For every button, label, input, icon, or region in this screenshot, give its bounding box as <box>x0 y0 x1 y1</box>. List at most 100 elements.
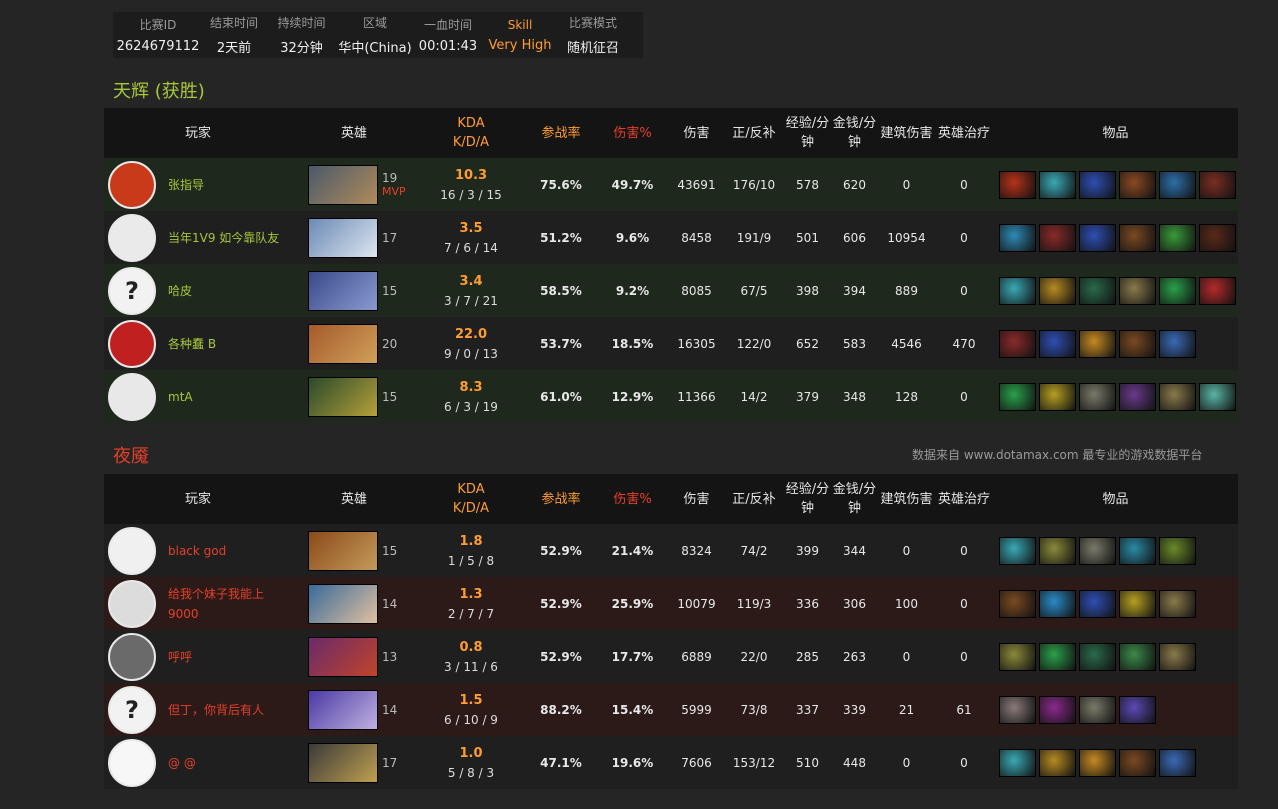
hero-portrait[interactable] <box>308 636 378 677</box>
hero-portrait[interactable] <box>308 530 378 571</box>
header-damage[interactable]: 伤害 <box>669 108 724 158</box>
portrait-avatar[interactable] <box>108 632 156 681</box>
header-kda[interactable]: KDA K/D/A <box>416 474 526 524</box>
header-tower-damage[interactable]: 建筑伤害 <box>878 474 935 524</box>
item-icon[interactable] <box>1199 276 1236 305</box>
item-icon[interactable] <box>1119 642 1156 671</box>
header-participation[interactable]: 参战率 <box>526 474 596 524</box>
header-participation[interactable]: 参战率 <box>526 108 596 158</box>
player-name-link[interactable]: mtA <box>168 387 193 407</box>
item-icon[interactable] <box>1079 748 1116 777</box>
player-name-link[interactable]: 但丁，你背后有人 <box>168 700 264 720</box>
dota-logo-avatar[interactable] <box>108 319 156 368</box>
header-damage-pct[interactable]: 伤害% <box>596 474 669 524</box>
header-player[interactable]: 玩家 <box>104 108 292 158</box>
item-icon[interactable] <box>1159 642 1196 671</box>
item-icon[interactable] <box>1119 329 1156 358</box>
item-icon[interactable] <box>1079 695 1116 724</box>
header-hero[interactable]: 英雄 <box>292 108 416 158</box>
player-name-link[interactable]: @ @ <box>168 753 196 773</box>
player-name-link[interactable]: 张指导 <box>168 175 204 195</box>
item-icon[interactable] <box>999 748 1036 777</box>
cartoon-avatar[interactable] <box>108 738 156 787</box>
player-name-link[interactable]: 各种蠢 B <box>168 334 216 354</box>
item-icon[interactable] <box>999 170 1036 199</box>
item-icon[interactable] <box>1119 223 1156 252</box>
player-name-link[interactable]: 给我个妹子我能上9000 <box>168 584 292 624</box>
header-damage[interactable]: 伤害 <box>669 474 724 524</box>
header-lasthits[interactable]: 正/反补 <box>724 108 784 158</box>
item-icon[interactable] <box>999 695 1036 724</box>
hero-portrait[interactable] <box>308 270 378 311</box>
item-icon[interactable] <box>999 329 1036 358</box>
item-icon[interactable] <box>1039 276 1076 305</box>
player-name-link[interactable]: 呼呼 <box>168 647 192 667</box>
item-icon[interactable] <box>999 642 1036 671</box>
item-icon[interactable] <box>999 382 1036 411</box>
header-items[interactable]: 物品 <box>993 474 1238 524</box>
item-icon[interactable] <box>1079 276 1116 305</box>
hero-portrait[interactable] <box>308 376 378 417</box>
item-icon[interactable] <box>1039 642 1076 671</box>
item-icon[interactable] <box>999 276 1036 305</box>
question-avatar[interactable]: ? <box>108 685 156 734</box>
item-icon[interactable] <box>1119 382 1156 411</box>
item-icon[interactable] <box>1039 382 1076 411</box>
header-lasthits[interactable]: 正/反补 <box>724 474 784 524</box>
question-avatar[interactable]: ? <box>108 266 156 315</box>
item-icon[interactable] <box>1039 748 1076 777</box>
item-icon[interactable] <box>1039 695 1076 724</box>
item-icon[interactable] <box>1199 223 1236 252</box>
header-kda[interactable]: KDA K/D/A <box>416 108 526 158</box>
hero-portrait[interactable] <box>308 742 378 783</box>
header-gpm[interactable]: 金钱/分钟 <box>831 474 878 524</box>
player-name-link[interactable]: black god <box>168 541 226 561</box>
item-icon[interactable] <box>1199 382 1236 411</box>
header-tower-damage[interactable]: 建筑伤害 <box>878 108 935 158</box>
header-hero-heal[interactable]: 英雄治疗 <box>935 108 993 158</box>
item-icon[interactable] <box>1119 748 1156 777</box>
item-icon[interactable] <box>1159 276 1196 305</box>
item-icon[interactable] <box>1079 536 1116 565</box>
item-icon[interactable] <box>1159 748 1196 777</box>
portrait-avatar[interactable] <box>108 579 156 628</box>
face-avatar[interactable] <box>108 372 156 421</box>
item-icon[interactable] <box>1079 382 1116 411</box>
item-icon[interactable] <box>1039 536 1076 565</box>
player-name-link[interactable]: 当年1V9 如今靠队友 <box>168 228 279 248</box>
item-icon[interactable] <box>1039 223 1076 252</box>
item-icon[interactable] <box>1039 170 1076 199</box>
item-icon[interactable] <box>1119 536 1156 565</box>
item-icon[interactable] <box>999 223 1036 252</box>
portrait-avatar[interactable] <box>108 213 156 262</box>
item-icon[interactable] <box>1159 170 1196 199</box>
item-icon[interactable] <box>1199 170 1236 199</box>
hero-portrait[interactable] <box>308 583 378 624</box>
header-hero-heal[interactable]: 英雄治疗 <box>935 474 993 524</box>
player-name-link[interactable]: 哈皮 <box>168 281 192 301</box>
hero-portrait[interactable] <box>308 164 378 205</box>
item-icon[interactable] <box>1119 170 1156 199</box>
item-icon[interactable] <box>1119 276 1156 305</box>
item-icon[interactable] <box>1039 329 1076 358</box>
hero-portrait[interactable] <box>308 217 378 258</box>
header-xpm[interactable]: 经验/分钟 <box>784 108 831 158</box>
item-icon[interactable] <box>1159 589 1196 618</box>
item-icon[interactable] <box>1159 382 1196 411</box>
item-icon[interactable] <box>1079 329 1116 358</box>
header-hero[interactable]: 英雄 <box>292 474 416 524</box>
header-xpm[interactable]: 经验/分钟 <box>784 474 831 524</box>
item-icon[interactable] <box>1119 589 1156 618</box>
item-icon[interactable] <box>999 589 1036 618</box>
item-icon[interactable] <box>1079 589 1116 618</box>
header-player[interactable]: 玩家 <box>104 474 292 524</box>
header-damage-pct[interactable]: 伤害% <box>596 108 669 158</box>
item-icon[interactable] <box>1079 170 1116 199</box>
item-icon[interactable] <box>1159 329 1196 358</box>
header-items[interactable]: 物品 <box>993 108 1238 158</box>
item-icon[interactable] <box>1079 642 1116 671</box>
hero-portrait[interactable] <box>308 323 378 364</box>
item-icon[interactable] <box>1079 223 1116 252</box>
stripe-avatar[interactable] <box>108 526 156 575</box>
flame-avatar[interactable] <box>108 160 156 209</box>
